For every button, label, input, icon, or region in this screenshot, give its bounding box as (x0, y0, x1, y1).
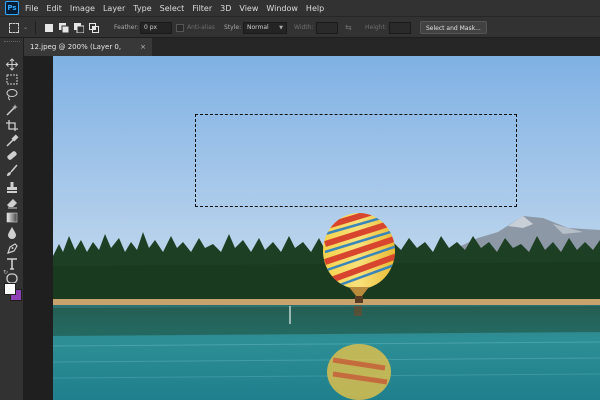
new-selection-icon (45, 23, 53, 32)
height-input[interactable] (389, 21, 411, 34)
menu-3d[interactable]: 3D (220, 4, 231, 13)
gradient-icon[interactable] (5, 209, 19, 223)
eyedropper-icon[interactable] (5, 132, 19, 147)
eraser-icon[interactable] (5, 194, 19, 209)
width-label: Width: (294, 24, 314, 31)
options-bar: ⌄ Feather: 0 px Anti-alias Style: Normal… (0, 16, 600, 38)
menu-file[interactable]: File (25, 4, 38, 13)
height-label: Height: (365, 24, 387, 31)
close-icon[interactable]: × (140, 38, 146, 56)
color-swatches (4, 283, 22, 301)
subtract-selection-button[interactable] (74, 17, 84, 38)
panel-grip[interactable] (4, 41, 20, 44)
style-select[interactable]: Normal ▼ (243, 21, 287, 34)
tools-panel: ↻ (0, 38, 24, 400)
menu-select[interactable]: Select (160, 4, 185, 13)
menu-edit[interactable]: Edit (46, 4, 62, 13)
subtract-from-selection-icon (74, 22, 84, 33)
clone-stamp-icon[interactable] (5, 179, 19, 193)
chevron-down-icon: ▼ (279, 24, 283, 31)
rectangular-marquee-icon[interactable] (5, 71, 19, 85)
lasso-icon[interactable] (5, 86, 19, 101)
intersect-selection-icon (89, 22, 99, 33)
style-label: Style: (224, 24, 242, 31)
width-input[interactable] (316, 21, 338, 34)
menu-bar: Ps File Edit Image Layer Type Select Fil… (0, 0, 600, 16)
photoshop-logo: Ps (5, 1, 19, 15)
magic-wand-icon[interactable] (5, 101, 19, 116)
menu-type[interactable]: Type (133, 4, 151, 13)
style-select-value: Normal (247, 23, 269, 31)
add-selection-button[interactable] (59, 17, 69, 38)
new-selection-button[interactable] (45, 17, 53, 38)
divider (35, 21, 36, 34)
anti-alias-label: Anti-alias (187, 24, 215, 31)
menu-view[interactable]: View (239, 4, 258, 13)
feather-label: Feather: (114, 24, 139, 31)
image-canvas[interactable] (53, 56, 600, 400)
menu-image[interactable]: Image (70, 4, 95, 13)
swap-dimensions-icon[interactable]: ⇆ (345, 23, 352, 32)
crop-icon[interactable] (5, 117, 19, 131)
canvas-area (24, 56, 600, 400)
select-and-mask-button[interactable]: Select and Mask... (420, 21, 487, 34)
brush-icon[interactable] (5, 162, 19, 176)
healing-brush-icon[interactable] (5, 147, 19, 160)
marquee-preset-icon (9, 22, 19, 33)
foreground-color-swatch[interactable] (4, 283, 16, 295)
swap-colors-icon[interactable]: ↻ (3, 269, 8, 276)
document-tab[interactable]: 12.jpeg @ 200% (Layer 0, RGB/8#) * × (24, 38, 152, 69)
anti-alias-checkbox[interactable] (176, 23, 184, 32)
type-tool-icon[interactable] (5, 255, 19, 270)
move-tool-icon[interactable] (5, 56, 19, 71)
menu-layer[interactable]: Layer (103, 4, 125, 13)
intersect-selection-button[interactable] (89, 17, 99, 38)
menu-help[interactable]: Help (306, 4, 324, 13)
document-tab-bar: 12.jpeg @ 200% (Layer 0, RGB/8#) * × (24, 38, 600, 69)
add-to-selection-icon (59, 22, 69, 33)
tool-preset-picker[interactable]: ⌄ (9, 17, 28, 38)
feather-input[interactable]: 0 px (140, 21, 172, 34)
menu-window[interactable]: Window (266, 4, 298, 13)
balloon-lake-photo (53, 56, 600, 400)
selection-marquee[interactable] (195, 114, 517, 207)
blur-icon[interactable] (5, 224, 19, 239)
menu-filter[interactable]: Filter (192, 4, 212, 13)
pen-icon[interactable] (5, 240, 19, 254)
chevron-down-icon: ⌄ (23, 24, 29, 31)
